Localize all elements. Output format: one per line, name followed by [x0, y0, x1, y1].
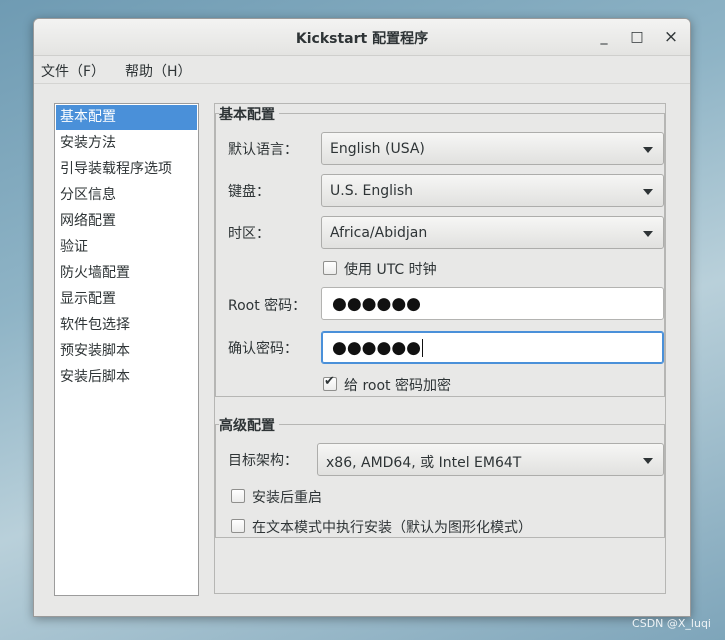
textmode-label: 在文本模式中执行安装（默认为图形化模式）	[252, 520, 532, 536]
reboot-label: 安装后重启	[252, 490, 322, 506]
arch-select[interactable]: x86, AMD64, 或 Intel EM64T	[317, 443, 664, 476]
title-bar[interactable]: Kickstart 配置程序 _ □ ×	[34, 19, 690, 56]
window-title: Kickstart 配置程序	[295, 31, 429, 47]
chevron-down-icon	[643, 231, 653, 237]
sidebar-item-network[interactable]: 网络配置	[56, 209, 197, 234]
minimize-button[interactable]: _	[594, 27, 614, 47]
utc-label: 使用 UTC 时钟	[344, 262, 437, 278]
basic-config-frame: 基本配置 默认语言： English (USA) 键盘： U.S. Englis…	[215, 104, 665, 397]
timezone-select[interactable]: Africa/Abidjan	[321, 216, 664, 249]
watermark: CSDN @X_luqi	[632, 617, 711, 630]
textmode-checkbox[interactable]	[231, 519, 245, 533]
sidebar-item-firewall[interactable]: 防火墙配置	[56, 261, 197, 286]
sidebar-item-install-method[interactable]: 安装方法	[56, 131, 197, 156]
sidebar-item-basic[interactable]: 基本配置	[56, 105, 197, 130]
kickstart-window: Kickstart 配置程序 _ □ × 文件（F） 帮助（H） 基本配置 安装…	[33, 18, 691, 617]
language-value: English (USA)	[330, 141, 425, 157]
chevron-down-icon	[643, 458, 653, 464]
text-caret	[422, 339, 424, 357]
language-label: 默认语言：	[228, 142, 298, 158]
arch-value: x86, AMD64, 或 Intel EM64T	[326, 455, 522, 471]
sidebar-item-bootloader[interactable]: 引导装载程序选项	[56, 157, 197, 182]
sidebar-item-display[interactable]: 显示配置	[56, 287, 197, 312]
sidebar-item-auth[interactable]: 验证	[56, 235, 197, 260]
encrypt-checkbox[interactable]: ✔	[323, 374, 337, 391]
encrypt-label: 给 root 密码加密	[344, 378, 451, 394]
close-button[interactable]: ×	[661, 27, 681, 47]
maximize-button[interactable]: □	[627, 27, 647, 47]
arch-label: 目标架构：	[228, 453, 298, 469]
confirm-password-input[interactable]: ●●●●●●	[321, 331, 664, 364]
menu-help[interactable]: 帮助（H）	[125, 61, 192, 81]
keyboard-select[interactable]: U.S. English	[321, 174, 664, 207]
menu-file[interactable]: 文件（F）	[41, 61, 105, 81]
category-list: 基本配置 安装方法 引导装载程序选项 分区信息 网络配置 验证 防火墙配置 显示…	[54, 103, 199, 596]
utc-checkbox[interactable]	[323, 261, 337, 275]
root-password-label: Root 密码：	[228, 298, 307, 314]
confirm-password-label: 确认密码：	[228, 341, 298, 357]
keyboard-label: 键盘：	[228, 184, 270, 200]
sidebar-item-pre-script[interactable]: 预安装脚本	[56, 339, 197, 364]
reboot-checkbox[interactable]	[231, 489, 245, 503]
content-panel: 基本配置 默认语言： English (USA) 键盘： U.S. Englis…	[214, 103, 666, 594]
check-icon: ✔	[324, 374, 335, 389]
timezone-label: 时区：	[228, 226, 270, 242]
language-select[interactable]: English (USA)	[321, 132, 664, 165]
root-password-value: ●●●●●●	[332, 294, 422, 314]
confirm-password-value: ●●●●●●	[332, 338, 422, 358]
menu-bar: 文件（F） 帮助（H）	[34, 56, 690, 84]
advanced-config-title: 高级配置	[219, 415, 279, 435]
root-password-input[interactable]: ●●●●●●	[321, 287, 664, 320]
basic-config-title: 基本配置	[219, 104, 279, 124]
sidebar-item-partition[interactable]: 分区信息	[56, 183, 197, 208]
timezone-value: Africa/Abidjan	[330, 225, 428, 241]
advanced-config-frame: 高级配置 目标架构： x86, AMD64, 或 Intel EM64T 安装后…	[215, 415, 665, 538]
chevron-down-icon	[643, 147, 653, 153]
keyboard-value: U.S. English	[330, 183, 414, 199]
sidebar-item-post-script[interactable]: 安装后脚本	[56, 365, 197, 390]
sidebar-item-packages[interactable]: 软件包选择	[56, 313, 197, 338]
chevron-down-icon	[643, 189, 653, 195]
